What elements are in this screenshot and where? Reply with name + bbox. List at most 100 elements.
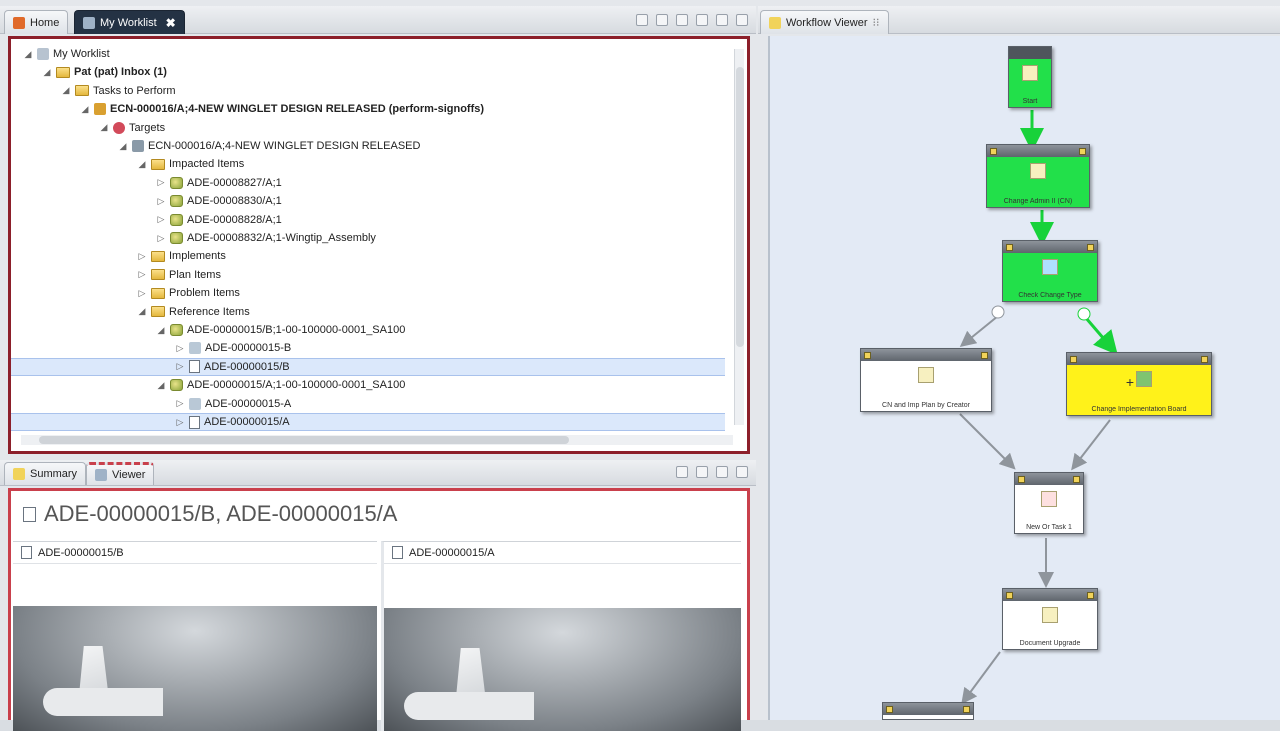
expand-toggle-icon[interactable]: ▷	[175, 343, 185, 354]
expand-toggle-icon[interactable]: ▷	[156, 177, 166, 188]
tree-node[interactable]: ▷ ADE-00000015-B	[175, 339, 291, 357]
folder-icon	[151, 158, 165, 170]
dataset-icon	[189, 397, 201, 410]
tree-node[interactable]: ▷ ADE-00008832/A;1-Wingtip_Assembly	[156, 229, 376, 247]
minimize-icon[interactable]	[656, 14, 668, 26]
workflow-node-check-change-type[interactable]: Check Change Type	[1002, 240, 1098, 302]
expand-toggle-icon[interactable]: ▷	[175, 417, 185, 428]
expand-toggle-icon[interactable]: ▷	[137, 288, 147, 299]
task-icon	[1136, 371, 1153, 387]
workflow-node-document-upgrade[interactable]: Document Upgrade	[1002, 588, 1098, 650]
workflow-node-next[interactable]	[882, 702, 974, 720]
arrow-board-new	[1071, 419, 1111, 471]
viewer-pane-b[interactable]: ADE-00000015/B	[13, 541, 377, 731]
tab-home[interactable]: Home	[4, 10, 69, 34]
folder-icon	[151, 306, 165, 318]
tree-node[interactable]: ◢ ECN-000016/A;4-NEW WINGLET DESIGN RELEA…	[80, 100, 484, 118]
task-icon	[94, 103, 106, 116]
minimize-icon[interactable]	[716, 466, 728, 478]
tree-node-label: Plan Items	[169, 268, 221, 281]
tree-node-label: ADE-00000015-B	[205, 342, 292, 355]
tree-node[interactable]: ◢ Tasks to Perform	[61, 82, 176, 100]
maximize-icon[interactable]	[736, 466, 748, 478]
task-icon	[1022, 65, 1038, 81]
tree-node[interactable]: ▷ Implements	[137, 247, 226, 265]
expand-toggle-icon[interactable]: ◢	[42, 67, 52, 78]
worklist-tree[interactable]: ◢ My Worklist ◢ Pat (pat) Inbox (1) ◢ Tasks t…	[8, 36, 750, 454]
tree-node-label: ADE-00000015/B;1-00-100000-0001_SA100	[187, 324, 406, 336]
item-icon	[170, 176, 183, 189]
tree-node[interactable]: ◢ Impacted Items	[137, 155, 245, 173]
tree-node[interactable]: ◢ My Worklist	[23, 45, 110, 63]
menu-icon[interactable]	[716, 14, 728, 26]
tree-node-label: ADE-00008828/A;1	[187, 213, 282, 226]
expand-toggle-icon[interactable]: ▷	[175, 361, 185, 372]
workflow-icon	[769, 16, 781, 29]
tab-viewer[interactable]: Viewer	[86, 462, 155, 485]
tree-node[interactable]: ◢ Reference Items	[137, 303, 250, 321]
maximize-icon[interactable]	[736, 14, 748, 26]
item-icon	[170, 232, 183, 244]
vertical-scrollbar[interactable]	[734, 49, 744, 425]
folder-icon	[151, 287, 165, 299]
expand-toggle-icon[interactable]: ◢	[156, 380, 166, 391]
collapse-icon[interactable]	[676, 14, 688, 26]
bottom-tab-bar: Summary Viewer	[0, 460, 756, 486]
expand-toggle-icon[interactable]: ◢	[118, 141, 128, 152]
tree-node[interactable]: ▷ ADE-00000015-A	[175, 395, 291, 413]
gear-icon[interactable]	[676, 466, 688, 478]
expand-icon[interactable]	[696, 14, 708, 26]
tree-node[interactable]: ▷ ADE-00000015/B	[11, 357, 725, 376]
workflow-viewer-pane: Workflow Viewer ⁝⁝ Start Change Admin II…	[758, 0, 1280, 720]
expand-toggle-icon[interactable]: ◢	[156, 325, 166, 336]
tree-node-label: ADE-00008827/A;1	[187, 176, 282, 189]
arrow-check-board	[1084, 317, 1118, 356]
check-icon[interactable]	[696, 466, 708, 478]
viewer-title-text: ADE-00000015/B, ADE-00000015/A	[44, 501, 398, 526]
workflow-canvas[interactable]: Start Change Admin II (CN) Check Change …	[768, 36, 1280, 720]
horizontal-scrollbar[interactable]	[21, 435, 733, 445]
view-toolbar	[636, 14, 748, 26]
expand-toggle-icon[interactable]: ▷	[156, 233, 166, 244]
viewer-pane-a[interactable]: ADE-00000015/A	[381, 541, 741, 731]
tree-node[interactable]: ◢ ADE-00000015/A;1-00-100000-0001_SA100	[156, 376, 405, 394]
tree-node[interactable]: ◢ Pat (pat) Inbox (1)	[42, 63, 167, 81]
tree-node[interactable]: ▷ Problem Items	[137, 284, 240, 302]
workflow-node-change-impl-board[interactable]: + Change Implementation Board	[1066, 352, 1212, 416]
tab-workflow-viewer[interactable]: Workflow Viewer ⁝⁝	[760, 10, 889, 34]
close-icon[interactable]: ✖	[166, 16, 176, 30]
tree-node-label: ADE-00008830/A;1	[187, 195, 282, 208]
expand-toggle-icon[interactable]: ▷	[156, 214, 166, 225]
tab-summary[interactable]: Summary	[4, 462, 87, 485]
expand-toggle-icon[interactable]: ▷	[156, 196, 166, 207]
tree-node[interactable]: ◢ ADE-00000015/B;1-00-100000-0001_SA100	[156, 321, 405, 339]
targets-icon	[113, 121, 125, 134]
expand-toggle-icon[interactable]: ▷	[175, 398, 185, 409]
workflow-node-cn-imp-plan[interactable]: CN and Imp Plan by Creator	[860, 348, 992, 412]
close-icon[interactable]: ⁝⁝	[873, 16, 880, 29]
expand-toggle-icon[interactable]: ◢	[137, 159, 147, 170]
expand-toggle-icon[interactable]: ◢	[61, 85, 71, 96]
workflow-node-change-admin[interactable]: Change Admin II (CN)	[986, 144, 1090, 208]
workflow-node-start[interactable]: Start	[1008, 46, 1052, 108]
viewer-pane-header: ADE-00000015/B	[13, 542, 377, 564]
tree-node[interactable]: ▷ ADE-00008828/A;1	[156, 211, 282, 229]
workflow-node-new-or-task[interactable]: New Or Task 1	[1014, 472, 1084, 534]
expand-toggle-icon[interactable]: ▷	[137, 251, 147, 262]
tab-my-worklist[interactable]: My Worklist ✖	[74, 10, 185, 34]
tree-node[interactable]: ▷ Plan Items	[137, 266, 221, 284]
expand-toggle-icon[interactable]: ◢	[80, 104, 90, 115]
tree-node[interactable]: ◢ Targets	[99, 119, 165, 137]
expand-toggle-icon[interactable]: ▷	[137, 269, 147, 280]
tree-node[interactable]: ▷ ADE-00000015/A	[11, 413, 725, 431]
viewer-pane-a-label: ADE-00000015/A	[409, 546, 495, 559]
tree-node[interactable]: ▷ ADE-00008827/A;1	[156, 174, 282, 192]
expand-toggle-icon[interactable]: ◢	[137, 306, 147, 317]
expand-toggle-icon[interactable]: ◢	[99, 122, 109, 133]
tree-node[interactable]: ◢ ECN-000016/A;4-NEW WINGLET DESIGN RELEA…	[118, 137, 420, 155]
viewer-icon	[95, 469, 107, 481]
expand-toggle-icon[interactable]: ◢	[23, 49, 33, 60]
revision-icon	[189, 360, 200, 374]
search-icon[interactable]	[636, 14, 648, 26]
tree-node[interactable]: ▷ ADE-00008830/A;1	[156, 192, 282, 210]
